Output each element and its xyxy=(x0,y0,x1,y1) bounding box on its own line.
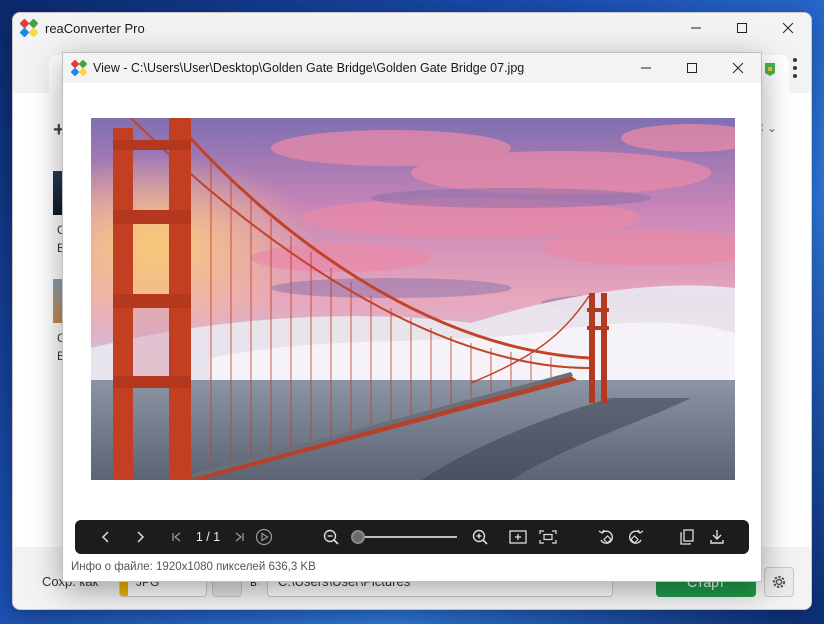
previous-button[interactable] xyxy=(95,520,117,554)
viewer-toolbar: 1 / 1 xyxy=(75,520,749,554)
page-counter: 1 / 1 xyxy=(195,530,221,544)
chevron-right-icon xyxy=(137,531,145,543)
bridge-photo xyxy=(91,118,735,480)
maximize-button[interactable] xyxy=(719,13,765,43)
settings-button[interactable] xyxy=(764,567,794,597)
zoom-out-button[interactable] xyxy=(320,520,342,554)
zoom-slider-track[interactable] xyxy=(353,536,457,538)
file-info-text: Инфо о файле: 1920x1080 пикселей 636,3 K… xyxy=(71,561,316,573)
play-icon xyxy=(255,528,273,546)
image-viewer-window: View - C:\Users\User\Desktop\Golden Gate… xyxy=(62,52,762,582)
close-icon xyxy=(782,22,794,34)
viewer-close-button[interactable] xyxy=(715,53,761,83)
minimize-icon xyxy=(691,27,701,29)
rotate-right-icon xyxy=(629,529,644,544)
fit-to-window-icon xyxy=(509,530,527,544)
zoom-in-icon xyxy=(472,529,488,545)
zoom-slider-handle[interactable] xyxy=(351,530,366,544)
copy-button[interactable] xyxy=(676,520,698,554)
download-button[interactable] xyxy=(706,520,728,554)
actual-size-button[interactable] xyxy=(537,520,559,554)
main-titlebar: reaConverter Pro xyxy=(13,13,811,43)
rotate-left-icon xyxy=(598,529,613,544)
actual-size-icon xyxy=(539,530,557,544)
close-button[interactable] xyxy=(765,13,811,43)
image-preview[interactable] xyxy=(91,118,735,480)
zoom-in-button[interactable] xyxy=(469,520,491,554)
zoom-out-icon xyxy=(323,529,339,545)
chevron-left-icon xyxy=(101,531,109,543)
rotate-left-button[interactable] xyxy=(595,520,617,554)
last-page-icon xyxy=(235,532,244,542)
app-title: reaConverter Pro xyxy=(45,20,145,36)
extension-badge-icon[interactable] xyxy=(763,61,777,77)
maximize-icon xyxy=(737,23,747,33)
minimize-icon xyxy=(641,67,651,69)
slideshow-button[interactable] xyxy=(253,520,275,554)
last-page-button[interactable] xyxy=(229,520,249,554)
app-logo-icon xyxy=(71,60,87,76)
app-logo-icon xyxy=(20,19,38,37)
viewer-titlebar: View - C:\Users\User\Desktop\Golden Gate… xyxy=(63,53,761,83)
copy-icon xyxy=(680,529,694,545)
first-page-icon xyxy=(172,532,181,542)
maximize-icon xyxy=(687,63,697,73)
window-controls xyxy=(673,13,811,43)
more-menu-icon[interactable] xyxy=(791,58,799,78)
viewer-window-controls xyxy=(623,53,761,83)
rotate-right-button[interactable] xyxy=(625,520,647,554)
first-page-button[interactable] xyxy=(167,520,187,554)
minimize-button[interactable] xyxy=(673,13,719,43)
viewer-title: View - C:\Users\User\Desktop\Golden Gate… xyxy=(93,61,525,75)
viewer-minimize-button[interactable] xyxy=(623,53,669,83)
close-icon xyxy=(732,62,744,74)
next-button[interactable] xyxy=(129,520,151,554)
viewer-maximize-button[interactable] xyxy=(669,53,715,83)
gear-icon xyxy=(772,575,786,589)
fit-to-window-button[interactable] xyxy=(507,520,529,554)
download-icon xyxy=(710,530,724,544)
